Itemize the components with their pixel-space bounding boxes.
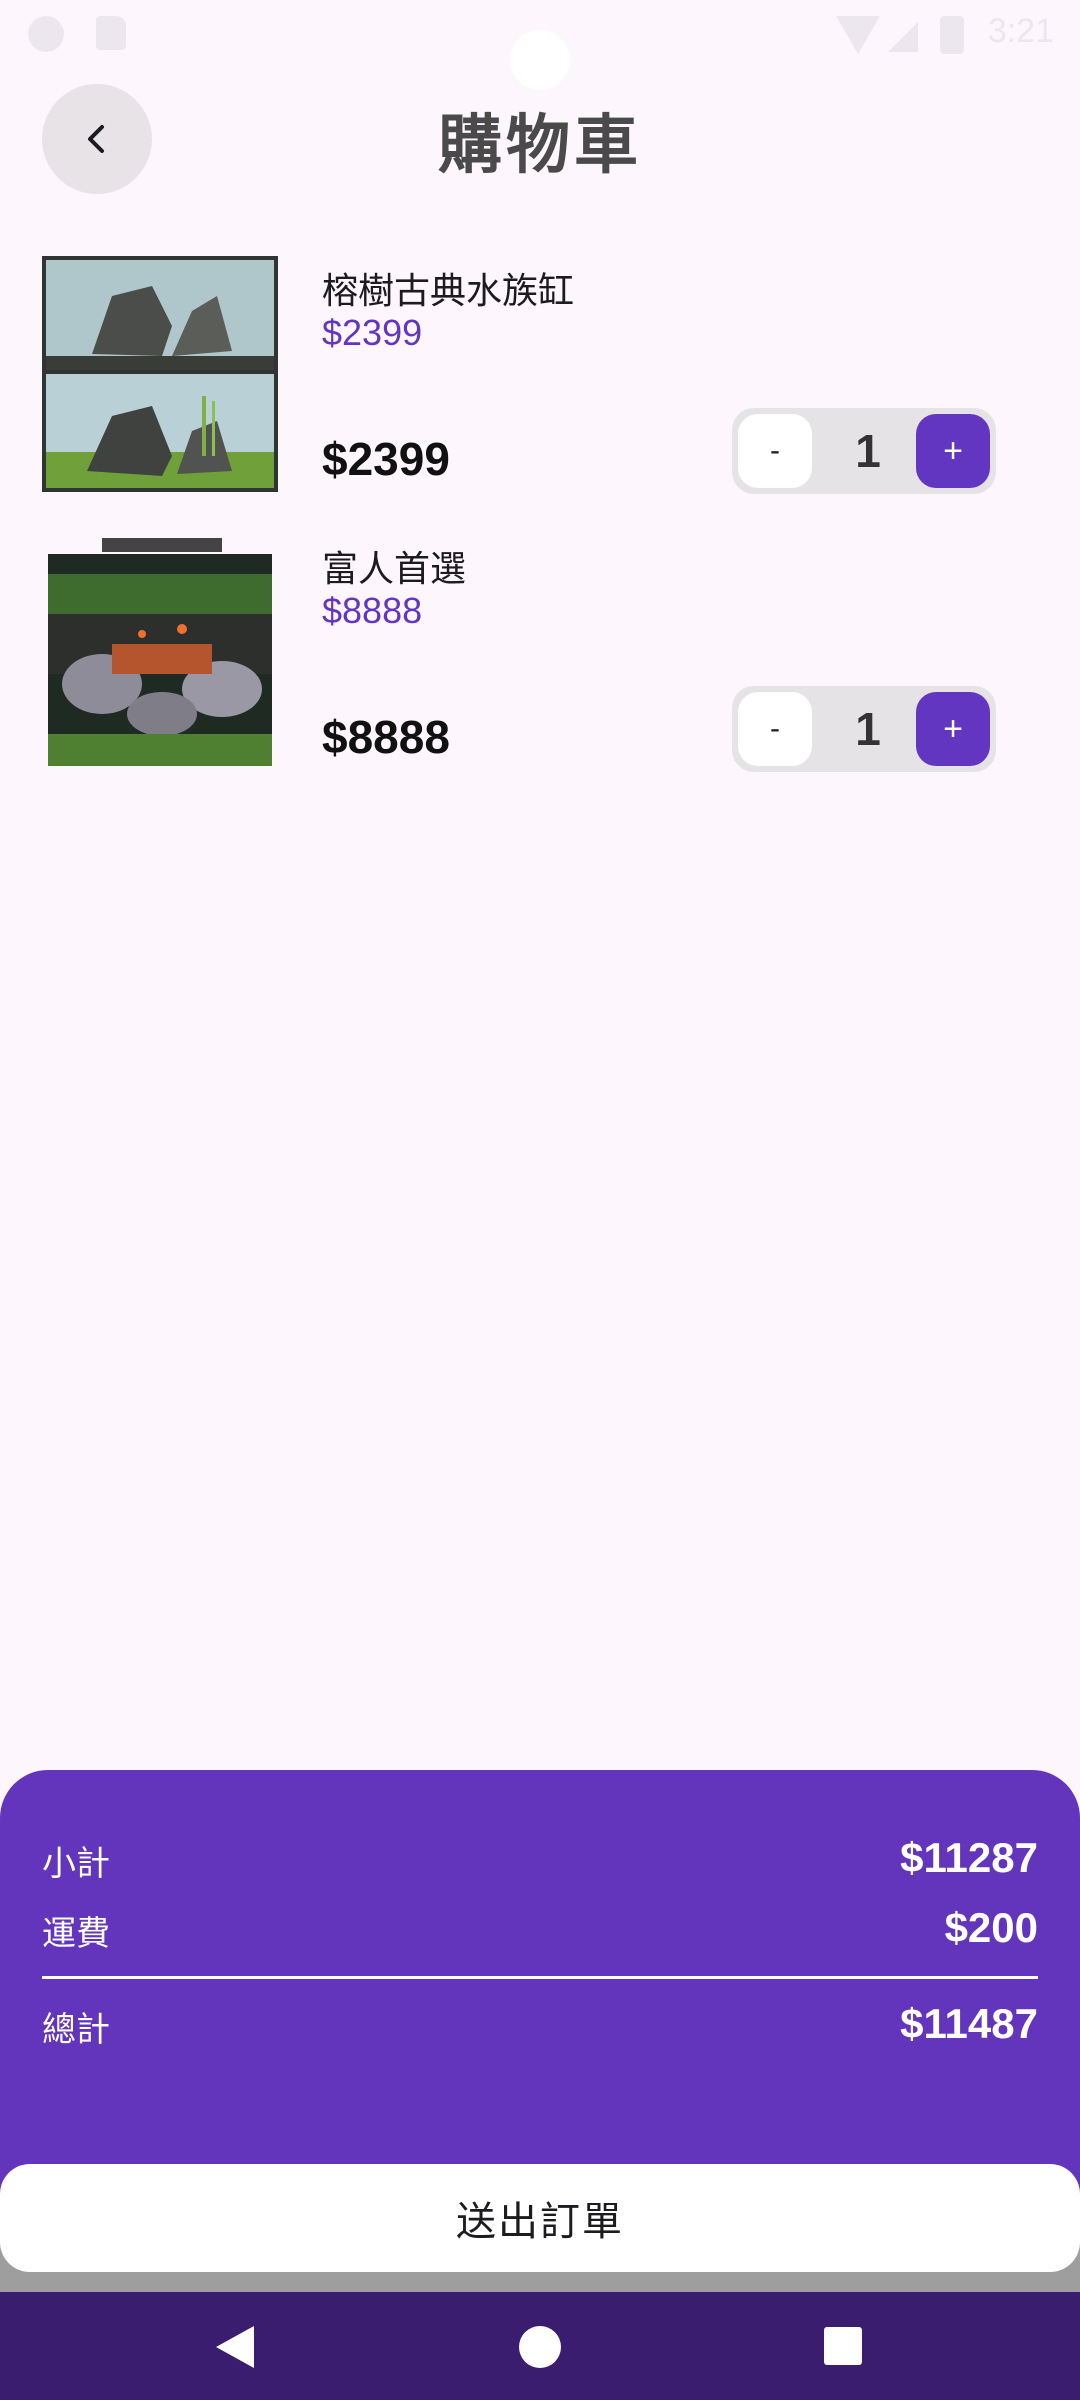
product-unit-price: $8888 xyxy=(322,590,423,631)
total-row: 總計 $11487 xyxy=(42,2000,1038,2062)
wifi-icon xyxy=(836,16,880,54)
submit-order-button[interactable]: 送出訂單 xyxy=(0,2164,1080,2272)
shipping-value: $200 xyxy=(944,1904,1038,1951)
cart-item: 榕樹古典水族缸 $2399 $2399 - 1 + xyxy=(0,256,1080,496)
back-triangle-icon[interactable] xyxy=(216,2326,254,2368)
product-image xyxy=(42,256,278,492)
decrease-quantity-button[interactable]: - xyxy=(738,692,812,766)
shipping-row: 運費 $200 xyxy=(42,1904,1038,1966)
quantity-stepper: - 1 + xyxy=(732,686,996,772)
decrease-quantity-button[interactable]: - xyxy=(738,414,812,488)
product-line-total: $2399 xyxy=(322,433,450,485)
subtotal-value: $11287 xyxy=(900,1834,1038,1881)
status-time: 3:21 xyxy=(987,12,1054,50)
total-value: $11487 xyxy=(900,2000,1038,2047)
notification-icon xyxy=(28,16,64,52)
battery-icon xyxy=(940,16,964,54)
quantity-value: 1 xyxy=(855,703,881,755)
total-label: 總計 xyxy=(42,2010,110,2050)
system-nav-bar xyxy=(0,2292,1080,2400)
summary-divider xyxy=(42,1976,1038,1979)
product-unit-price: $2399 xyxy=(322,312,423,353)
shipping-label: 運費 xyxy=(42,1914,110,1954)
recents-square-icon[interactable] xyxy=(824,2327,862,2365)
quantity-value: 1 xyxy=(855,425,881,477)
subtotal-label: 小計 xyxy=(42,1844,110,1884)
page-title: 購物車 xyxy=(438,109,642,181)
signal-icon xyxy=(888,22,918,52)
home-circle-icon[interactable] xyxy=(519,2326,561,2368)
cart-item: 富人首選 $8888 $8888 - 1 + xyxy=(0,534,1080,774)
product-image xyxy=(42,534,278,770)
increase-quantity-button[interactable]: + xyxy=(916,414,990,488)
sd-card-icon xyxy=(96,16,126,50)
increase-quantity-button[interactable]: + xyxy=(916,692,990,766)
camera-cutout xyxy=(510,30,570,90)
product-name: 榕樹古典水族缸 xyxy=(322,271,575,312)
quantity-stepper: - 1 + xyxy=(732,408,996,494)
product-line-total: $8888 xyxy=(322,711,450,763)
subtotal-row: 小計 $11287 xyxy=(42,1834,1038,1896)
product-name: 富人首選 xyxy=(322,549,467,590)
